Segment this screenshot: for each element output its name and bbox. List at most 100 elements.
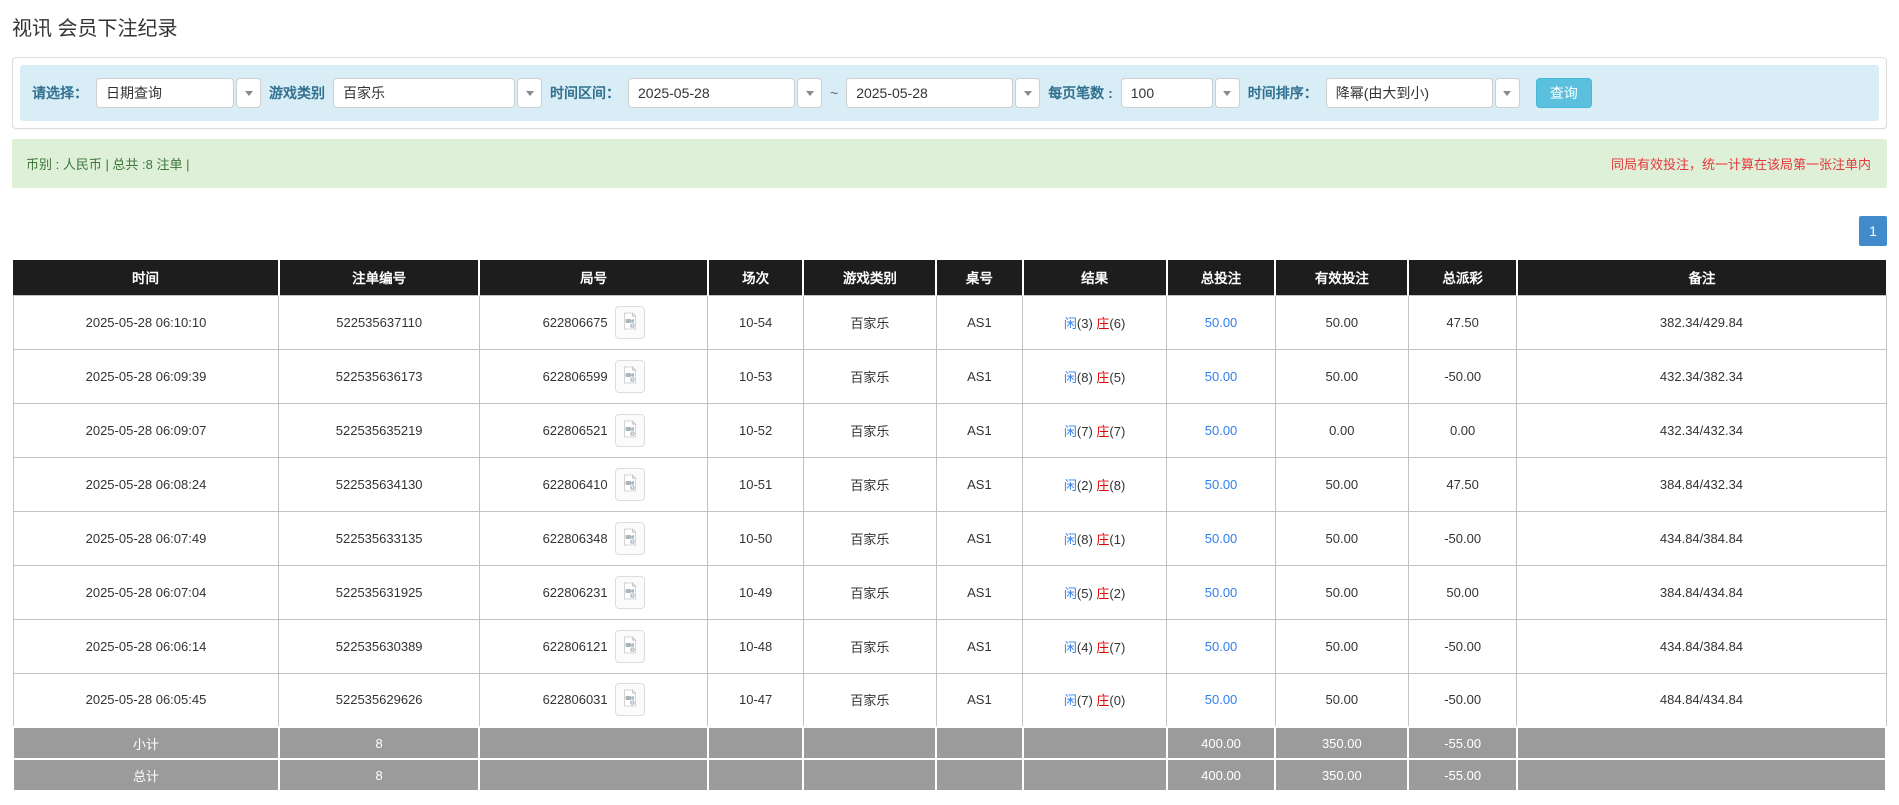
footer-empty-cell: [935, 758, 1024, 792]
total-bet-link[interactable]: 50.00: [1205, 585, 1238, 600]
player-score: (7): [1076, 693, 1097, 709]
player-score: (2): [1076, 477, 1097, 493]
total-bet-link[interactable]: 50.00: [1205, 369, 1238, 384]
table-row: 2025-05-28 06:09:07 522535635219 622806521…: [12, 402, 1887, 458]
total-bet-cell: 50.00: [1166, 672, 1276, 728]
video-replay-button[interactable]: [614, 629, 645, 663]
total-bet-cell: 50.00: [1166, 564, 1276, 620]
table-no-cell: AS1: [935, 294, 1024, 350]
game-type-input[interactable]: [333, 78, 515, 108]
time-cell: 2025-05-28 06:05:45: [12, 672, 280, 728]
chevron-down-icon[interactable]: [1015, 78, 1041, 108]
player-label: 闲: [1063, 585, 1077, 601]
order-no-cell: 522535636173: [278, 348, 480, 404]
time-cell: 2025-05-28 06:09:39: [12, 348, 280, 404]
table-no-cell: AS1: [935, 348, 1024, 404]
video-replay-button[interactable]: [614, 359, 645, 393]
footer-count-cell: 8: [277, 726, 481, 760]
table-row: 2025-05-28 06:07:49 522535633135 622806348…: [12, 510, 1887, 566]
table-no-cell: AS1: [935, 402, 1024, 458]
result-cell: 闲(4) 庄(7): [1021, 618, 1168, 674]
date-from-combobox: [628, 78, 822, 108]
table-row: 2025-05-28 06:09:39 522535636173 622806599…: [12, 348, 1887, 404]
grand-total-row: 总计 8 400.00 350.00 -55.00: [12, 758, 1888, 792]
remark-cell: 432.34/432.34: [1516, 402, 1887, 458]
round-no-cell: 622806121: [478, 618, 709, 674]
session-cell: 10-49: [707, 564, 804, 620]
select-type-label: 请选择：: [32, 85, 88, 101]
round-no-cell: 622806521: [478, 402, 709, 458]
remark-cell: 484.84/434.84: [1516, 672, 1887, 728]
round-no-text: 622806121: [542, 638, 608, 654]
table-row: 2025-05-28 06:06:14 522535630389 622806121…: [12, 618, 1887, 674]
video-replay-button[interactable]: [614, 575, 645, 609]
chevron-down-icon[interactable]: [1494, 78, 1520, 108]
video-replay-button[interactable]: [614, 683, 645, 717]
banker-label: 庄: [1096, 369, 1110, 385]
filter-panel: 请选择： 游戏类别 时间区间： ~ 每页笔数 :: [12, 57, 1887, 129]
banker-score: (7): [1109, 423, 1126, 439]
video-replay-button[interactable]: [614, 305, 645, 339]
total-bet-link[interactable]: 50.00: [1205, 477, 1238, 492]
query-type-input[interactable]: [96, 78, 234, 108]
time-cell: 2025-05-28 06:10:10: [12, 294, 280, 350]
per-page-input[interactable]: [1120, 78, 1213, 108]
chevron-down-icon[interactable]: [1214, 78, 1240, 108]
date-to-input[interactable]: [846, 78, 1014, 108]
footer-valid-bet-cell: 350.00: [1274, 726, 1410, 760]
video-replay-icon: [622, 635, 638, 657]
pagination-page-1[interactable]: 1: [1859, 216, 1887, 246]
total-bet-link[interactable]: 50.00: [1205, 315, 1238, 330]
player-score: (5): [1076, 585, 1097, 601]
player-label: 闲: [1063, 639, 1077, 655]
round-no-text: 622806231: [542, 584, 608, 600]
round-no-text: 622806031: [542, 692, 608, 708]
chevron-down-icon[interactable]: [517, 78, 542, 108]
game-type-cell: 百家乐: [802, 618, 937, 674]
column-header: 有效投注: [1275, 260, 1410, 295]
search-button[interactable]: 查询: [1535, 78, 1592, 108]
total-bet-link[interactable]: 50.00: [1205, 423, 1238, 438]
video-replay-icon: [622, 473, 638, 495]
video-replay-button[interactable]: [614, 467, 645, 501]
table-row: 2025-05-28 06:05:45 522535629626 622806031…: [12, 672, 1887, 728]
banker-score: (6): [1109, 315, 1126, 331]
subtotal-row: 小计 8 400.00 350.00 -55.00: [12, 726, 1888, 760]
total-bet-cell: 50.00: [1166, 456, 1276, 512]
valid-bet-cell: 50.00: [1274, 294, 1409, 350]
time-range-label: 时间区间：: [550, 85, 620, 101]
header-row: 时间 注单编号 局号 场次 游戏类别 桌号 结果 总投注 有效投注 总派彩 备注: [13, 260, 1886, 295]
date-from-input[interactable]: [628, 78, 795, 108]
payout-cell: 0.00: [1407, 402, 1518, 458]
pagination: 1: [12, 216, 1887, 246]
chevron-down-icon[interactable]: [797, 78, 822, 108]
footer-empty-cell: [1021, 758, 1168, 792]
footer-empty-cell: [1021, 726, 1168, 760]
round-no-content: 622806599: [484, 359, 704, 393]
footer-payout-cell: -55.00: [1407, 758, 1518, 792]
result-cell: 闲(3) 庄(6): [1021, 294, 1168, 350]
total-bet-link[interactable]: 50.00: [1205, 531, 1238, 546]
total-bet-link[interactable]: 50.00: [1205, 692, 1238, 707]
round-no-content: 622806410: [484, 467, 704, 501]
player-label: 闲: [1063, 315, 1077, 331]
column-header: 注单编号: [278, 260, 481, 295]
footer-empty-cell: [935, 726, 1024, 760]
footer-empty-cell: [706, 726, 805, 760]
game-type-cell: 百家乐: [802, 348, 937, 404]
time-cell: 2025-05-28 06:06:14: [12, 618, 280, 674]
footer-empty-cell: [706, 758, 805, 792]
chevron-down-icon[interactable]: [236, 78, 261, 108]
time-sort-input[interactable]: [1325, 78, 1493, 108]
game-type-cell: 百家乐: [802, 456, 937, 512]
total-bet-link[interactable]: 50.00: [1205, 639, 1238, 654]
range-separator: ~: [830, 85, 839, 101]
game-type-cell: 百家乐: [802, 672, 937, 728]
player-label: 闲: [1063, 531, 1077, 547]
round-no-content: 622806121: [484, 629, 704, 663]
summary-text: 币别 : 人民币 | 总共 :8 注单 |: [26, 157, 190, 172]
total-bet-cell: 50.00: [1166, 348, 1276, 404]
video-replay-button[interactable]: [614, 413, 645, 447]
payout-cell: 50.00: [1407, 564, 1518, 620]
video-replay-button[interactable]: [614, 521, 645, 555]
